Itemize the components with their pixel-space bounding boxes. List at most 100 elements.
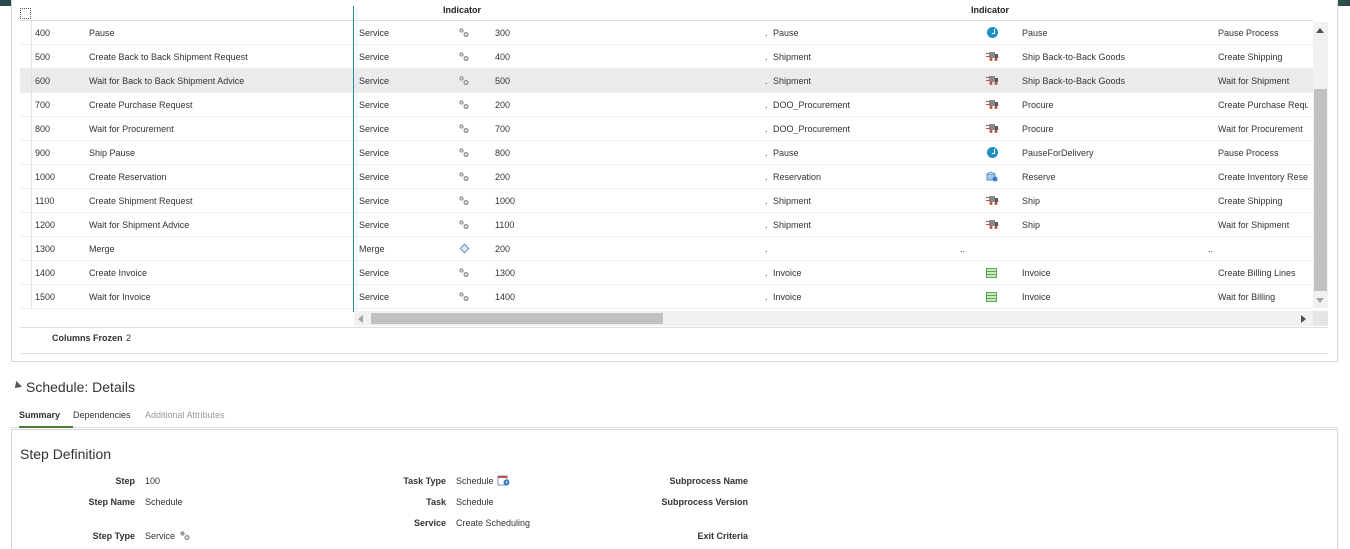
step-name-cell: Wait for Invoice — [89, 292, 151, 302]
step-number-cell: 1500 — [35, 292, 56, 302]
row-selector[interactable] — [20, 189, 32, 213]
tab-summary[interactable]: Summary — [19, 410, 60, 420]
select-all-checkbox[interactable] — [20, 8, 31, 19]
step-number-cell: 1400 — [35, 268, 56, 278]
row-selector[interactable] — [20, 165, 32, 189]
step-name-cell: Wait for Back to Back Shipment Advice — [89, 76, 245, 86]
indicator-header-1[interactable]: Indicator — [443, 6, 481, 15]
table-row[interactable]: 700 Create Purchase Request Service 200. DOO… — [20, 93, 1313, 117]
step-type-cell: Service — [359, 268, 390, 278]
step-name-cell: Merge — [89, 244, 115, 254]
table-row[interactable]: 1500 Wait for Invoice Service 1400. Invoice I… — [20, 285, 1313, 309]
horizontal-scrollbar-thumb[interactable] — [371, 313, 663, 324]
table-row[interactable]: 1200 Wait for Shipment Advice Service 1100.… — [20, 213, 1313, 237]
step-number-cell: 400 — [35, 28, 51, 38]
scroll-left-icon[interactable] — [358, 315, 363, 323]
tab-dependencies[interactable]: Dependencies — [73, 410, 131, 420]
table-row[interactable]: 1100 Create Shipment Request Service 1000. S… — [20, 189, 1313, 213]
predecessor-cell: 400 — [495, 52, 511, 62]
table-row[interactable]: 1300 Merge Merge 200..... — [20, 237, 1313, 261]
row-selector[interactable] — [20, 21, 32, 45]
task-type-cell: Invoice — [773, 268, 802, 278]
shipment-truck-icon — [986, 75, 999, 86]
table-row[interactable]: 900 Ship Pause Service 800. Pause PauseForDel… — [20, 141, 1313, 165]
row-selector[interactable] — [20, 93, 32, 117]
merge-diamond-icon — [459, 243, 470, 254]
step-number-cell: 600 — [35, 76, 51, 86]
task-cell: Invoice — [1022, 268, 1051, 278]
table-row[interactable]: 1400 Create Invoice Service 1300. Invoice Inv… — [20, 261, 1313, 285]
details-tabs: Summary Dependencies Additional Attribut… — [11, 406, 1338, 428]
row-selector[interactable] — [20, 141, 32, 165]
step-number-cell: 700 — [35, 100, 51, 110]
separator-dot: . — [765, 28, 768, 38]
service-cell: Create Shipping — [1218, 52, 1283, 62]
step-type-cell: Service — [359, 52, 390, 62]
service-cell: Pause Process — [1218, 28, 1279, 38]
section-title: Schedule: Details — [26, 379, 135, 395]
step-name-cell: Create Reservation — [89, 172, 167, 182]
step-type-cell: Service — [359, 292, 390, 302]
scroll-up-icon[interactable] — [1316, 28, 1324, 33]
subprocess-version-label: Subprocess Version — [661, 497, 748, 507]
columns-frozen-label: Columns Frozen — [52, 333, 123, 343]
service-gear-icon — [458, 99, 470, 110]
row-selector[interactable] — [20, 285, 32, 309]
row-selector[interactable] — [20, 237, 32, 261]
tab-additional-attributes[interactable]: Additional Attributes — [145, 410, 225, 420]
task-cell: Pause — [1022, 28, 1048, 38]
row-selector[interactable] — [20, 117, 32, 141]
reservation-icon — [986, 171, 998, 182]
service-gear-icon — [458, 123, 470, 134]
table-row[interactable]: 1000 Create Reservation Service 200. Reserva… — [20, 165, 1313, 189]
step-type-cell: Service — [359, 124, 390, 134]
collapse-triangle-icon[interactable] — [12, 381, 22, 391]
step-type-cell: Service — [359, 148, 390, 158]
row-selector[interactable] — [20, 45, 32, 69]
service-cell: Wait for Shipment — [1218, 76, 1290, 86]
step-type-cell: Service — [359, 196, 390, 206]
table-row[interactable]: 500 Create Back to Back Shipment Request S… — [20, 45, 1313, 69]
step-name-cell: Create Purchase Request — [89, 100, 193, 110]
predecessor-cell: 700 — [495, 124, 511, 134]
shipment-truck-icon — [986, 99, 999, 110]
task-type-cell: Pause — [773, 28, 799, 38]
exit-criteria-label: Exit Criteria — [697, 531, 748, 541]
vertical-scrollbar-thumb[interactable] — [1314, 89, 1327, 291]
step-number-cell: 800 — [35, 124, 51, 134]
task-cell: Invoice — [1022, 292, 1051, 302]
separator-dot: . — [765, 52, 768, 62]
service-cell: Create Purchase Reque — [1218, 100, 1308, 110]
task-type-cell: Shipment — [773, 220, 812, 230]
row-selector[interactable] — [20, 69, 32, 93]
table-row[interactable]: 400 Pause Service 300. Pause Pause Pause Proce… — [20, 21, 1313, 45]
step-name-cell: Pause — [89, 28, 115, 38]
step-label: Step — [115, 476, 135, 486]
separator-dot: . — [765, 268, 768, 278]
step-number-cell: 1100 — [35, 196, 55, 206]
step-name-value: Schedule — [145, 497, 183, 507]
service-cell: Pause Process — [1218, 148, 1279, 158]
scroll-right-icon[interactable] — [1301, 315, 1306, 323]
steps-table: Indicator Indicator 400 Pause Service 300. P… — [20, 6, 1313, 310]
separator-dot: . — [765, 244, 768, 254]
row-selector[interactable] — [20, 213, 32, 237]
scroll-down-icon[interactable] — [1316, 298, 1324, 303]
separator-dot: . — [765, 76, 768, 86]
step-name-cell: Wait for Procurement — [89, 124, 174, 134]
table-row[interactable]: 800 Wait for Procurement Service 700. DOO_Pr… — [20, 117, 1313, 141]
separator-dot: .. — [1208, 244, 1214, 254]
service-gear-icon — [458, 195, 470, 206]
service-cell: Create Billing Lines — [1218, 268, 1296, 278]
table-row[interactable]: 600 Wait for Back to Back Shipment Advice… — [20, 69, 1313, 93]
shipment-truck-icon — [986, 219, 999, 230]
task-type-cell: Reservation — [773, 172, 822, 182]
panel-bottom-divider — [20, 353, 1328, 354]
row-selector[interactable] — [20, 261, 32, 285]
step-name-cell: Wait for Shipment Advice — [89, 220, 190, 230]
service-gear-icon — [458, 27, 470, 38]
separator-dot: . — [765, 100, 768, 110]
step-type-cell: Merge — [359, 244, 385, 254]
service-cell: Wait for Procurement — [1218, 124, 1303, 134]
indicator-header-2[interactable]: Indicator — [971, 6, 1009, 15]
